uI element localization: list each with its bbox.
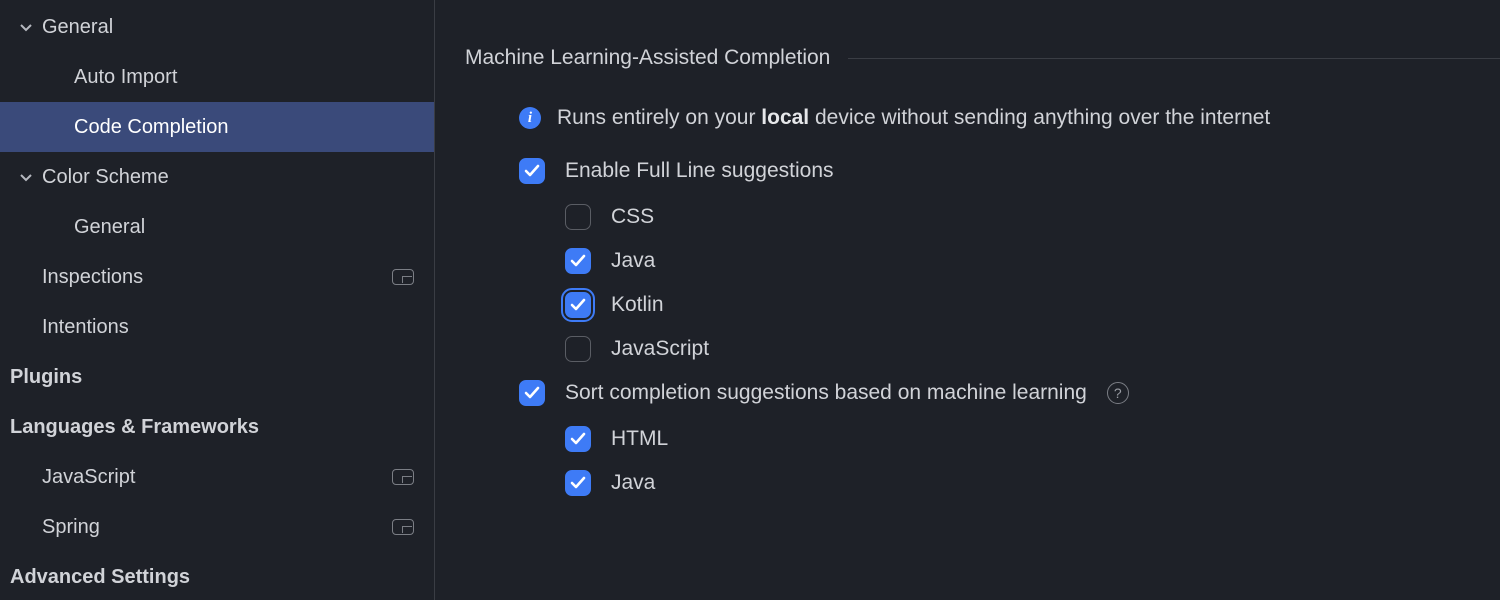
chevron-down-icon[interactable]	[10, 169, 42, 185]
scheme-badge-icon	[392, 469, 414, 485]
info-text-prefix: Runs entirely on your	[557, 106, 761, 129]
tree-item-intentions[interactable]: Intentions	[0, 302, 434, 352]
info-text-suffix: device without sending anything over the…	[809, 106, 1270, 129]
info-icon: i	[519, 107, 541, 129]
checkbox-fullline-css[interactable]	[565, 204, 591, 230]
option-fullline-css[interactable]: CSS	[465, 204, 1500, 230]
tree-item-label: General	[42, 16, 414, 39]
tree-item-inspections[interactable]: Inspections	[0, 252, 434, 302]
tree-item-label: Color Scheme	[42, 166, 414, 189]
scheme-badge-icon	[392, 269, 414, 285]
chevron-down-icon[interactable]	[10, 19, 42, 35]
tree-item-label: Intentions	[42, 316, 414, 339]
option-label: HTML	[611, 427, 668, 451]
tree-item-general[interactable]: General	[0, 202, 434, 252]
checkbox-sortml-java[interactable]	[565, 470, 591, 496]
tree-item-advanced-settings[interactable]: Advanced Settings	[0, 552, 434, 600]
option-fullline-kotlin[interactable]: Kotlin	[465, 292, 1500, 318]
tree-item-label: Plugins	[10, 366, 414, 389]
tree-item-auto-import[interactable]: Auto Import	[0, 52, 434, 102]
tree-item-label: General	[74, 216, 414, 239]
tree-item-label: Advanced Settings	[10, 566, 414, 589]
checkbox-fullline-kotlin[interactable]	[565, 292, 591, 318]
option-sortml-java[interactable]: Java	[465, 470, 1500, 496]
checkbox-sort-ml[interactable]	[519, 380, 545, 406]
option-fullline-java[interactable]: Java	[465, 248, 1500, 274]
tree-item-label: Code Completion	[74, 116, 414, 139]
section-header: Machine Learning-Assisted Completion	[465, 46, 1500, 70]
option-label: Kotlin	[611, 293, 664, 317]
tree-item-label: JavaScript	[42, 466, 392, 489]
option-label: Enable Full Line suggestions	[565, 159, 834, 183]
option-enable-fullline[interactable]: Enable Full Line suggestions	[465, 158, 1500, 184]
checkbox-fullline-javascript[interactable]	[565, 336, 591, 362]
tree-item-label: Languages & Frameworks	[10, 416, 414, 439]
tree-item-languages-frameworks[interactable]: Languages & Frameworks	[0, 402, 434, 452]
checkbox-enable-fullline[interactable]	[519, 158, 545, 184]
tree-item-color-scheme[interactable]: Color Scheme	[0, 152, 434, 202]
option-label: CSS	[611, 205, 654, 229]
settings-panel: Machine Learning-Assisted Completion i R…	[435, 0, 1500, 600]
scheme-badge-icon	[392, 519, 414, 535]
option-sortml-html[interactable]: HTML	[465, 426, 1500, 452]
settings-tree: General Auto Import Code Completion Color S…	[0, 0, 435, 600]
help-icon[interactable]: ?	[1107, 382, 1129, 404]
info-text-bold: local	[761, 106, 809, 129]
option-label: JavaScript	[611, 337, 709, 361]
tree-item-plugins[interactable]: Plugins	[0, 352, 434, 402]
option-label: Java	[611, 471, 655, 495]
info-text: Runs entirely on your local device witho…	[557, 106, 1270, 130]
tree-item-label: Inspections	[42, 266, 392, 289]
divider	[848, 58, 1500, 59]
info-row: i Runs entirely on your local device wit…	[465, 106, 1500, 130]
tree-item-general[interactable]: General	[0, 2, 434, 52]
option-label: Java	[611, 249, 655, 273]
tree-item-javascript[interactable]: JavaScript	[0, 452, 434, 502]
option-label: Sort completion suggestions based on mac…	[565, 381, 1087, 405]
option-sort-ml[interactable]: Sort completion suggestions based on mac…	[465, 380, 1500, 406]
tree-item-label: Spring	[42, 516, 392, 539]
checkbox-fullline-java[interactable]	[565, 248, 591, 274]
tree-item-code-completion[interactable]: Code Completion	[0, 102, 434, 152]
option-fullline-javascript[interactable]: JavaScript	[465, 336, 1500, 362]
section-title: Machine Learning-Assisted Completion	[465, 46, 830, 70]
tree-item-spring[interactable]: Spring	[0, 502, 434, 552]
checkbox-sortml-html[interactable]	[565, 426, 591, 452]
tree-item-label: Auto Import	[74, 66, 414, 89]
